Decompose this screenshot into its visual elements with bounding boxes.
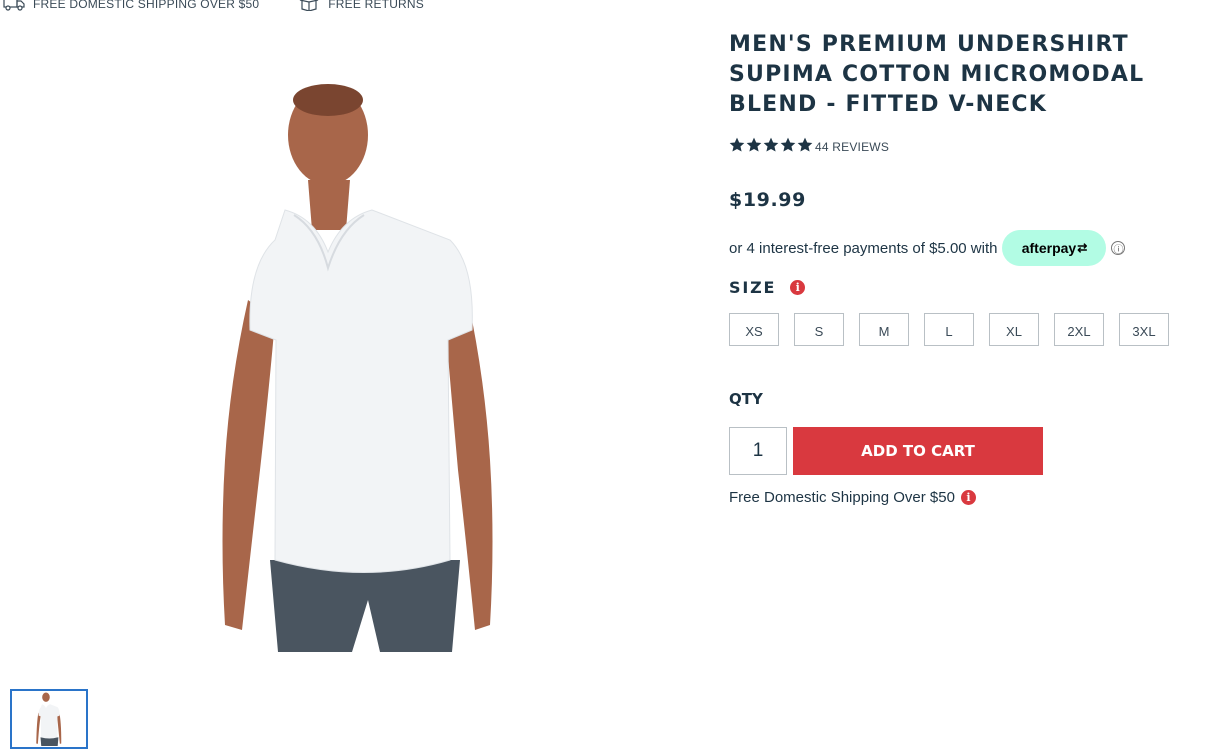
size-options: XS S M L XL 2XL 3XL bbox=[729, 313, 1229, 346]
size-label: SIZE bbox=[729, 278, 777, 297]
thumbnail-image bbox=[36, 692, 62, 746]
box-icon bbox=[300, 0, 319, 11]
product-details: MEN'S PREMIUM UNDERSHIRT SUPIMA COTTON M… bbox=[729, 30, 1229, 506]
afterpay-info-icon[interactable]: ⓘ bbox=[1111, 241, 1126, 256]
thumbnail-1[interactable] bbox=[10, 689, 88, 749]
size-option-xl[interactable]: XL bbox=[989, 313, 1039, 346]
promo-returns-text: FREE RETURNS bbox=[328, 0, 424, 11]
promo-returns: FREE RETURNS bbox=[298, 0, 424, 11]
afterpay-arrow-icon: ⇄ bbox=[1077, 241, 1088, 255]
product-main-image[interactable] bbox=[200, 80, 520, 652]
star-icon bbox=[729, 137, 745, 152]
truck-icon bbox=[3, 0, 25, 11]
star-icon bbox=[763, 137, 779, 152]
shipping-note-row: Free Domestic Shipping Over $50 i bbox=[729, 489, 1229, 506]
product-gallery bbox=[0, 30, 700, 670]
afterpay-logo[interactable]: afterpay ⇄ bbox=[1002, 230, 1107, 266]
rating-stars bbox=[729, 137, 814, 153]
promo-shipping-text: FREE DOMESTIC SHIPPING OVER $50 bbox=[33, 0, 260, 11]
size-option-l[interactable]: L bbox=[924, 313, 974, 346]
reviews-link[interactable]: 44 REVIEWS bbox=[815, 140, 889, 154]
afterpay-text: or 4 interest-free payments of $5.00 wit… bbox=[729, 239, 998, 257]
add-to-cart-button[interactable]: ADD TO CART bbox=[793, 427, 1043, 475]
size-option-2xl[interactable]: 2XL bbox=[1054, 313, 1104, 346]
star-icon bbox=[797, 137, 813, 152]
star-icon bbox=[746, 137, 762, 152]
qty-input[interactable] bbox=[729, 427, 787, 475]
afterpay-row: or 4 interest-free payments of $5.00 wit… bbox=[729, 230, 1229, 266]
size-option-xs[interactable]: XS bbox=[729, 313, 779, 346]
size-option-3xl[interactable]: 3XL bbox=[1119, 313, 1169, 346]
product-price: $19.99 bbox=[729, 189, 806, 211]
size-info-icon[interactable]: i bbox=[790, 280, 806, 295]
shipping-info-icon[interactable]: i bbox=[960, 490, 976, 505]
promo-bar: FREE DOMESTIC SHIPPING OVER $50 FREE RET… bbox=[0, 0, 460, 14]
qty-label: QTY bbox=[729, 390, 763, 408]
star-icon bbox=[780, 137, 796, 152]
shipping-note: Free Domestic Shipping Over $50 bbox=[729, 489, 955, 506]
afterpay-logo-text: afterpay bbox=[1021, 240, 1077, 256]
product-rating[interactable]: 44 REVIEWS bbox=[729, 134, 1229, 156]
promo-shipping: FREE DOMESTIC SHIPPING OVER $50 bbox=[3, 0, 260, 11]
size-option-m[interactable]: M bbox=[859, 313, 909, 346]
product-title: MEN'S PREMIUM UNDERSHIRT SUPIMA COTTON M… bbox=[729, 32, 1145, 117]
size-label-row: SIZE i bbox=[729, 278, 1229, 297]
size-option-s[interactable]: S bbox=[794, 313, 844, 346]
cart-row: ADD TO CART bbox=[729, 427, 1229, 475]
